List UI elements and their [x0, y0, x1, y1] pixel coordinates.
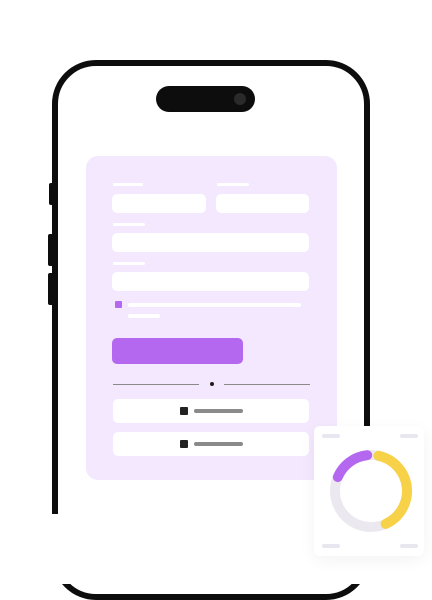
progress-donut [330, 450, 412, 532]
social-login-button-2[interactable] [113, 432, 309, 456]
progress-widget [314, 426, 424, 556]
provider-icon [180, 440, 188, 448]
first-name-input[interactable] [112, 194, 206, 213]
terms-text-line-1 [128, 303, 301, 307]
camera-icon [234, 93, 246, 105]
field-3-input[interactable] [112, 272, 309, 291]
social-login-label [194, 409, 243, 413]
phone-action-button [49, 183, 54, 205]
last-name-input[interactable] [216, 194, 309, 213]
phone-volume-up-button [48, 234, 54, 266]
divider-dot [210, 382, 214, 386]
field-2-input[interactable] [112, 233, 309, 252]
submit-button[interactable] [112, 338, 243, 364]
last-name-label [217, 183, 249, 186]
field-3-label [113, 262, 145, 265]
terms-checkbox[interactable] [115, 301, 122, 308]
terms-text-line-2 [128, 314, 160, 318]
provider-icon [180, 407, 188, 415]
progress-segment-yellow [373, 450, 412, 529]
social-login-button-1[interactable] [113, 399, 309, 423]
phone-volume-down-button [48, 273, 54, 305]
field-2-label [113, 223, 145, 226]
social-login-label [194, 442, 243, 446]
divider-left [113, 384, 199, 385]
dynamic-island [156, 86, 255, 112]
first-name-label [113, 183, 143, 186]
progress-segment-purple [332, 450, 373, 483]
divider-right [224, 384, 310, 385]
